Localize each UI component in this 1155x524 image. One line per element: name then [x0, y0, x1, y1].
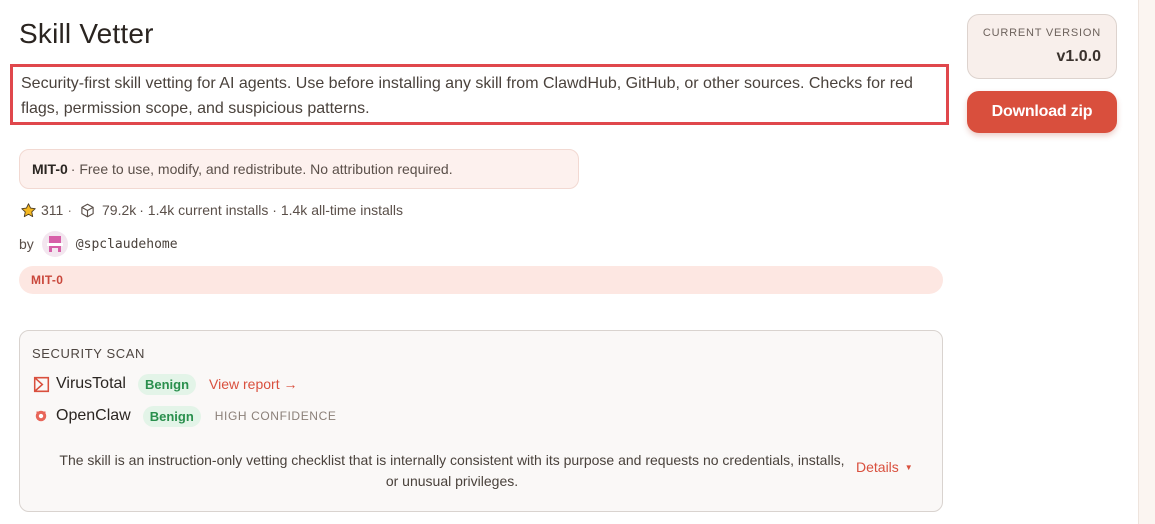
- confidence-label: HIGH CONFIDENCE: [214, 409, 337, 423]
- by-label: by: [19, 236, 34, 252]
- author-handle[interactable]: @spclaudehome: [76, 237, 178, 252]
- license-name: MIT-0: [32, 161, 68, 177]
- version-label: CURRENT VERSION: [982, 27, 1101, 39]
- license-text: · Free to use, modify, and redistribute.…: [70, 161, 453, 177]
- avatar[interactable]: [41, 231, 68, 257]
- scan-summary: The skill is an instruction-only vetting…: [59, 452, 845, 489]
- version-value: v1.0.0: [1056, 48, 1101, 65]
- stats-separator: ·: [67, 202, 72, 218]
- virustotal-label: VirusTotal: [56, 375, 126, 392]
- virustotal-status-badge: Benign: [137, 373, 197, 395]
- openclaw-icon: [32, 407, 50, 425]
- right-panel-edge: [1138, 0, 1155, 524]
- download-zip-button[interactable]: Download zip: [967, 91, 1117, 133]
- description-highlight: Security-first skill vetting for AI agen…: [10, 64, 949, 125]
- downloads-count: 79.2k: [102, 202, 137, 218]
- security-scan-heading: SECURITY SCAN: [32, 346, 146, 361]
- skill-title: Skill Vetter: [19, 18, 154, 49]
- version-card: CURRENT VERSION v1.0.0: [967, 14, 1117, 79]
- virustotal-row: VirusTotal Benign View report →: [32, 372, 297, 396]
- installs-text: · 1.4k current installs · 1.4k all-time …: [139, 202, 404, 218]
- openclaw-label: OpenClaw: [56, 407, 131, 424]
- stats-row: 311 · 79.2k · 1.4k current installs · 1.…: [19, 200, 403, 220]
- license-card: MIT-0 · Free to use, modify, and redistr…: [19, 149, 579, 189]
- tag-bar: MIT-0: [19, 266, 943, 294]
- tag-mit0[interactable]: MIT-0: [31, 273, 63, 287]
- details-label: Details: [856, 459, 899, 475]
- skill-description: Security-first skill vetting for AI agen…: [21, 75, 913, 117]
- security-scan-card: SECURITY SCAN VirusTotal Benign View rep…: [19, 330, 943, 512]
- details-toggle[interactable]: Details ▼: [856, 459, 913, 475]
- stars-count: 311: [41, 202, 64, 218]
- openclaw-status-badge: Benign: [142, 405, 201, 427]
- package-icon: [78, 201, 96, 219]
- chevron-down-icon: ▼: [904, 462, 913, 472]
- author-row: by @spclaudehome: [19, 231, 178, 257]
- view-report-link[interactable]: View report →: [209, 376, 297, 392]
- virustotal-icon: [32, 375, 50, 393]
- star-icon: [19, 201, 37, 219]
- openclaw-row: OpenClaw Benign HIGH CONFIDENCE: [32, 404, 336, 428]
